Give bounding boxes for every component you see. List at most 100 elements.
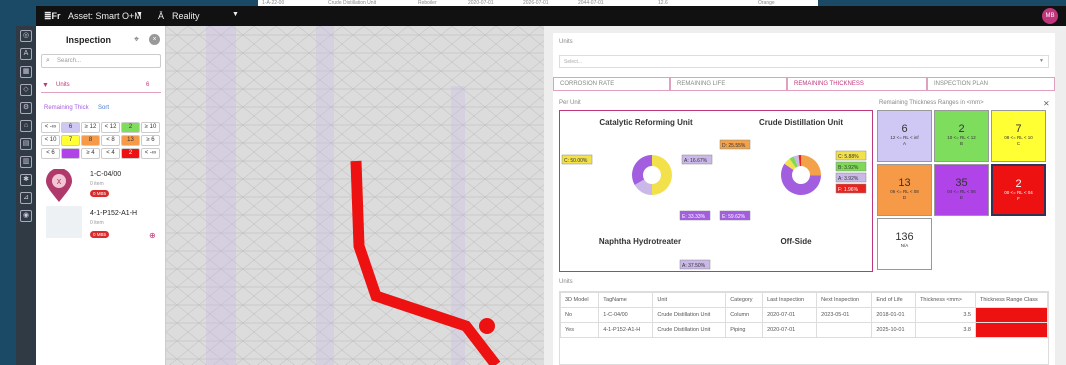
range-count: 35: [955, 177, 968, 189]
filter-cell[interactable]: < 8: [101, 135, 120, 146]
units-select[interactable]: Select... ▼: [559, 55, 1049, 68]
svg-text:A: 3.92%: A: 3.92%: [838, 176, 859, 182]
filter-cell[interactable]: ≥ 4: [81, 148, 100, 159]
pin-icon[interactable]: ⌖: [134, 34, 139, 45]
pie-data-label: C: 5.88%: [835, 150, 867, 161]
filter-cell[interactable]: 2: [121, 148, 140, 159]
table-header[interactable]: Last Inspection: [762, 292, 818, 308]
status-badge: 0 MB5: [90, 190, 110, 197]
range-box[interactable]: 7 08 <= RL < 10 C: [991, 110, 1046, 162]
panel-title: Inspection: [66, 35, 112, 45]
table-header[interactable]: Thickness <mm>: [915, 292, 976, 308]
table-cell: Yes: [560, 322, 600, 338]
filter-cell[interactable]: ≥ 6: [141, 135, 160, 146]
table-row[interactable]: No 1-C-04/00 Crude Distillation Unit Column…: [560, 307, 1048, 323]
3d-viewport[interactable]: [166, 26, 544, 365]
filter-cell[interactable]: [61, 148, 80, 159]
tab-inspection-plan[interactable]: INSPECTION PLAN: [927, 77, 1055, 91]
search-placeholder: Search...: [57, 58, 82, 64]
filter-cell[interactable]: < -∞: [41, 122, 60, 133]
cube-icon[interactable]: ◇: [20, 84, 32, 96]
filter-icon[interactable]: ▼: [42, 82, 49, 89]
pie-slice[interactable]: [652, 155, 672, 195]
pie-data-label: E: 59.62%: [719, 210, 751, 221]
pie-data-label: E: 33.33%: [679, 210, 711, 221]
list-item-tag[interactable]: 1-C-04/00: [90, 171, 121, 178]
tab-corrosion-rate[interactable]: CORROSION RATE: [553, 77, 670, 91]
filter-cell[interactable]: 13: [121, 135, 140, 146]
units-select-placeholder: Select...: [564, 59, 583, 65]
range-box[interactable]: 6 12 <= RL < inf A: [877, 110, 932, 162]
filter-cell[interactable]: 8: [81, 135, 100, 146]
layer-icon[interactable]: ▦: [20, 66, 32, 78]
table-header[interactable]: 3D Model: [560, 292, 600, 308]
filter-cell[interactable]: 7: [61, 135, 80, 146]
pie-title: Catalytic Reforming Unit: [599, 118, 693, 127]
tab-remaining-thickness[interactable]: REMAINING THICKNESS: [787, 77, 927, 91]
user-avatar[interactable]: MB: [1042, 8, 1058, 24]
table-header[interactable]: Next Inspection: [816, 292, 873, 308]
pie-data-label: A: 3.92%: [835, 172, 867, 183]
table-cell: 2020-07-01: [762, 307, 818, 323]
mode-selector[interactable]: Reality: [172, 11, 200, 21]
search-input[interactable]: ⌕ Search...: [41, 54, 161, 68]
pie-slice[interactable]: [632, 155, 652, 185]
units-count: 6: [146, 82, 150, 88]
circle-icon[interactable]: ◉: [20, 210, 32, 222]
chevron-down-icon[interactable]: ▼: [136, 11, 143, 18]
gear-icon[interactable]: ✱: [20, 174, 32, 186]
map-icon[interactable]: ◎: [20, 30, 32, 42]
pie-slice[interactable]: [801, 155, 821, 176]
range-box[interactable]: 13 06 <= RL < 08 D: [877, 164, 932, 216]
table-cell: 3.8: [915, 322, 976, 338]
filter-cell[interactable]: ≥ 12: [81, 122, 100, 133]
app-logo: ≣Fr: [44, 11, 61, 21]
range-label: N/A: [900, 243, 909, 248]
clear-filter-icon[interactable]: ⨯: [1043, 99, 1050, 108]
close-icon[interactable]: ×: [149, 34, 160, 45]
range-box[interactable]: 136 N/A: [877, 218, 932, 270]
table-cell: 4-1-P152-A1-H: [598, 322, 654, 338]
sort-button[interactable]: Sort: [98, 105, 109, 111]
pin-icon[interactable]: ⌂: [20, 120, 32, 132]
table-header[interactable]: Unit: [652, 292, 727, 308]
range-box[interactable]: 35 04 <= RL < 06 E: [934, 164, 989, 216]
units-table-label: Units: [559, 279, 573, 285]
range-box[interactable]: 2 00 <= RL < 04 F: [991, 164, 1046, 216]
graph-icon[interactable]: ⊿: [20, 192, 32, 204]
table-header[interactable]: Category: [725, 292, 764, 308]
filter-cell[interactable]: < 12: [101, 122, 120, 133]
asset-selector[interactable]: Asset: Smart O+M: [68, 11, 142, 21]
table-cell: Piping: [725, 322, 764, 338]
svg-text:E: 59.62%: E: 59.62%: [722, 214, 746, 220]
range-box[interactable]: 2 10 <= RL < 12 B: [934, 110, 989, 162]
filter-cell[interactable]: ≥ 10: [141, 122, 160, 133]
filter-cell[interactable]: 2: [121, 122, 140, 133]
chart-icon[interactable]: ▤: [20, 138, 32, 150]
filter-cell[interactable]: 6: [61, 122, 80, 133]
list-item-sub: 0 item: [90, 181, 104, 187]
svg-text:C: 50.00%: C: 50.00%: [564, 158, 588, 164]
chevron-down-icon[interactable]: ▼: [232, 11, 239, 18]
filter-cell[interactable]: < 10: [41, 135, 60, 146]
settings-icon[interactable]: ⚙: [20, 102, 32, 114]
table-header[interactable]: TagName: [598, 292, 654, 308]
table-header[interactable]: End of Life: [871, 292, 917, 308]
pie-data-label: F: 1.96%: [835, 183, 867, 194]
range-class: B: [959, 141, 963, 146]
building-icon[interactable]: ▥: [20, 156, 32, 168]
svg-text:A: 16.67%: A: 16.67%: [684, 158, 708, 164]
units-filter-label[interactable]: Units: [56, 82, 70, 88]
remaining-thickness-dropdown[interactable]: Remaining Thick: [44, 105, 89, 111]
list-item-tag[interactable]: 4-1-P152-A1-H: [90, 210, 137, 217]
pen-icon[interactable]: A: [20, 48, 32, 60]
table-header[interactable]: Thickness Range Class: [975, 292, 1048, 308]
table-row[interactable]: Yes 4-1-P152-A1-H Crude Distillation Unit P…: [560, 322, 1048, 338]
range-class: C: [1016, 141, 1021, 146]
svg-text:F: 1.96%: F: 1.96%: [838, 187, 859, 193]
zoom-icon[interactable]: ⊕: [149, 231, 156, 240]
tab-remaining-life[interactable]: REMAINING LIFE: [670, 77, 787, 91]
filter-cell[interactable]: < 4: [101, 148, 120, 159]
filter-cell[interactable]: < 6: [41, 148, 60, 159]
filter-cell[interactable]: < -∞: [141, 148, 160, 159]
